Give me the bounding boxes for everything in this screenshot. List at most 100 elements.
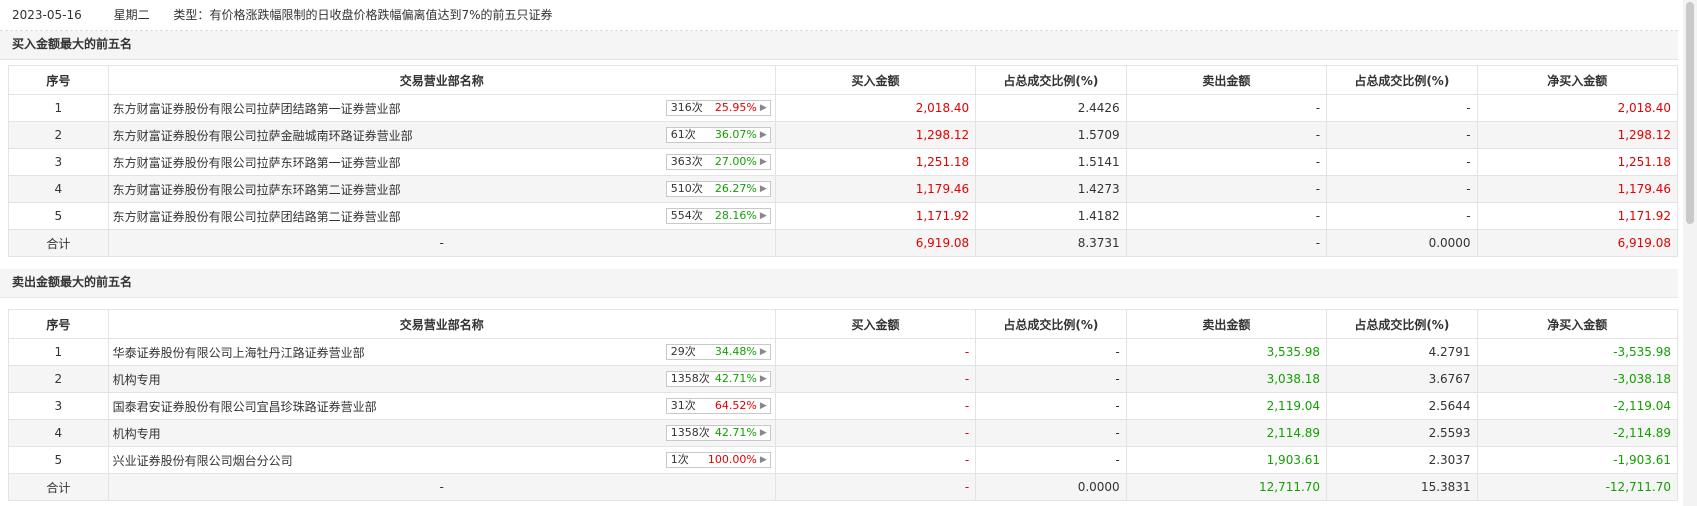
- buy-ratio: -: [975, 338, 1127, 366]
- row-no: 2: [8, 365, 109, 393]
- sell-ratio: 2.5593: [1326, 419, 1478, 447]
- sell-ratio: -: [1326, 175, 1478, 203]
- vertical-scrollbar[interactable]: [1683, 0, 1697, 506]
- buy-section-title: 买入金额最大的前五名: [0, 31, 1678, 60]
- sell-amount: -: [1125, 202, 1328, 230]
- col-header-branch: 交易营业部名称: [107, 65, 776, 95]
- net-amount: 1,171.92: [1476, 202, 1679, 230]
- listing-count: 554次: [670, 209, 703, 222]
- total-net-amount: 6,919.08: [1476, 229, 1679, 257]
- buy-ratio: -: [975, 392, 1127, 420]
- sell-ratio: -: [1326, 94, 1478, 122]
- sell-ratio: 4.2791: [1326, 338, 1478, 366]
- branch-stats-badge[interactable]: 1次 100.00% ▶: [665, 452, 771, 468]
- sell-ratio: -: [1326, 148, 1478, 176]
- sell-amount: 2,114.89: [1125, 419, 1328, 447]
- row-no: 3: [8, 392, 109, 420]
- total-buy-amount: -: [774, 473, 977, 501]
- buy-ratio: 1.4182: [975, 202, 1127, 230]
- win-rate: 42.71%: [714, 426, 757, 439]
- branch-name-link[interactable]: 机构专用: [113, 427, 161, 441]
- chevron-right-icon: ▶: [759, 211, 767, 221]
- col-header-buy-ratio: 占总成交比例(%): [975, 65, 1127, 95]
- row-no: 1: [8, 94, 109, 122]
- col-header-sell-ratio: 占总成交比例(%): [1326, 309, 1478, 339]
- total-row: 合计 - 6,919.08 8.3731 - 0.0000 6,919.08: [8, 229, 1679, 257]
- buy-amount: 1,298.12: [774, 121, 977, 149]
- sell-amount: 3,038.18: [1125, 365, 1328, 393]
- scrollbar-thumb[interactable]: [1686, 2, 1694, 224]
- branch-stats-badge[interactable]: 31次 64.52% ▶: [665, 398, 771, 414]
- branch-name-link[interactable]: 东方财富证券股份有限公司拉萨东环路第一证券营业部: [113, 156, 401, 170]
- win-rate: 36.07%: [714, 128, 757, 141]
- table-row: 4 东方财富证券股份有限公司拉萨东环路第二证券营业部 510次 26.27% ▶ 1…: [8, 175, 1679, 203]
- branch-name-link[interactable]: 兴业证券股份有限公司烟台分公司: [113, 454, 293, 468]
- branch-stats-badge[interactable]: 1358次 42.71% ▶: [665, 371, 771, 387]
- col-header-branch: 交易营业部名称: [107, 309, 776, 339]
- sell-amount: 2,119.04: [1125, 392, 1328, 420]
- row-no: 1: [8, 338, 109, 366]
- chevron-right-icon: ▶: [759, 401, 767, 411]
- total-sell-amount: 12,711.70: [1125, 473, 1328, 501]
- buy-ratio: -: [975, 446, 1127, 474]
- buy-ratio: 1.4273: [975, 175, 1127, 203]
- listing-count: 29次: [670, 345, 696, 358]
- table-header-row: 序号 交易营业部名称 买入金额 占总成交比例(%) 卖出金额 占总成交比例(%)…: [8, 65, 1679, 95]
- branch-stats-badge[interactable]: 61次 36.07% ▶: [665, 127, 771, 143]
- sell-ratio: 2.3037: [1326, 446, 1478, 474]
- win-rate: 28.16%: [714, 209, 757, 222]
- buy-ratio: 1.5141: [975, 148, 1127, 176]
- row-no: 5: [8, 446, 109, 474]
- lhb-detail-page: 2023-05-16 星期二 类型：有价格涨跌幅限制的日收盘价格跌幅偏离值达到7…: [0, 0, 1679, 501]
- branch-stats-badge[interactable]: 1358次 42.71% ▶: [665, 425, 771, 441]
- branch-stats-badge[interactable]: 554次 28.16% ▶: [665, 208, 771, 224]
- branch-name-cell: 东方财富证券股份有限公司拉萨团结路第二证券营业部 554次 28.16% ▶: [107, 202, 776, 230]
- branch-stats-badge[interactable]: 316次 25.95% ▶: [665, 100, 771, 116]
- branch-name-link[interactable]: 华泰证券股份有限公司上海牡丹江路证券营业部: [113, 346, 365, 360]
- net-amount: 1,251.18: [1476, 148, 1679, 176]
- listing-count: 1358次: [670, 426, 710, 439]
- col-header-sell: 卖出金额: [1125, 309, 1328, 339]
- chevron-right-icon: ▶: [759, 130, 767, 140]
- listing-count: 316次: [670, 101, 703, 114]
- sell-amount: 3,535.98: [1125, 338, 1328, 366]
- net-amount: -3,535.98: [1476, 338, 1679, 366]
- branch-stats-badge[interactable]: 510次 26.27% ▶: [665, 181, 771, 197]
- buy-top5-table: 序号 交易营业部名称 买入金额 占总成交比例(%) 卖出金额 占总成交比例(%)…: [8, 65, 1679, 257]
- total-row: 合计 - - 0.0000 12,711.70 15.3831 -12,711.…: [8, 473, 1679, 501]
- win-rate: 25.95%: [714, 101, 757, 114]
- branch-name-link[interactable]: 东方财富证券股份有限公司拉萨团结路第二证券营业部: [113, 210, 401, 224]
- total-buy-ratio: 8.3731: [975, 229, 1127, 257]
- sell-amount: -: [1125, 94, 1328, 122]
- branch-name-link[interactable]: 东方财富证券股份有限公司拉萨东环路第二证券营业部: [113, 183, 401, 197]
- buy-amount: -: [774, 419, 977, 447]
- buy-amount: -: [774, 338, 977, 366]
- branch-name-cell: 华泰证券股份有限公司上海牡丹江路证券营业部 29次 34.48% ▶: [107, 338, 776, 366]
- total-net-amount: -12,711.70: [1476, 473, 1679, 501]
- branch-name-cell: 机构专用 1358次 42.71% ▶: [107, 419, 776, 447]
- total-label: 合计: [8, 229, 109, 257]
- branch-name-cell: 东方财富证券股份有限公司拉萨东环路第一证券营业部 363次 27.00% ▶: [107, 148, 776, 176]
- branch-name-link[interactable]: 国泰君安证券股份有限公司宜昌珍珠路证券营业部: [113, 400, 377, 414]
- table-row: 1 东方财富证券股份有限公司拉萨团结路第一证券营业部 316次 25.95% ▶ 2…: [8, 94, 1679, 122]
- listing-count: 1358次: [670, 372, 710, 385]
- col-header-sell: 卖出金额: [1125, 65, 1328, 95]
- branch-name-cell: 兴业证券股份有限公司烟台分公司 1次 100.00% ▶: [107, 446, 776, 474]
- col-header-sell-ratio: 占总成交比例(%): [1326, 65, 1478, 95]
- branch-stats-badge[interactable]: 363次 27.00% ▶: [665, 154, 771, 170]
- chevron-right-icon: ▶: [759, 184, 767, 194]
- total-name: -: [107, 473, 776, 501]
- buy-ratio: -: [975, 419, 1127, 447]
- net-amount: -2,114.89: [1476, 419, 1679, 447]
- branch-name-link[interactable]: 东方财富证券股份有限公司拉萨金融城南环路证券营业部: [113, 129, 413, 143]
- sell-ratio: -: [1326, 121, 1478, 149]
- total-sell-ratio: 0.0000: [1326, 229, 1478, 257]
- branch-stats-badge[interactable]: 29次 34.48% ▶: [665, 344, 771, 360]
- branch-name-link[interactable]: 机构专用: [113, 373, 161, 387]
- buy-ratio: 1.5709: [975, 121, 1127, 149]
- total-name: -: [107, 229, 776, 257]
- sell-ratio: 2.5644: [1326, 392, 1478, 420]
- branch-name-link[interactable]: 东方财富证券股份有限公司拉萨团结路第一证券营业部: [113, 102, 401, 116]
- table-row: 5 兴业证券股份有限公司烟台分公司 1次 100.00% ▶ - - 1,903.6…: [8, 446, 1679, 474]
- row-no: 3: [8, 148, 109, 176]
